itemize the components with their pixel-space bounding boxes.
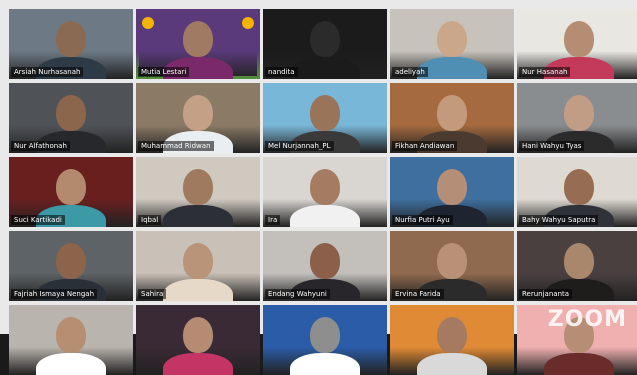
participant-face xyxy=(564,21,594,57)
participant-video-tile[interactable]: Rerunjananta xyxy=(517,231,637,301)
participant-video-tile[interactable]: adeliyah xyxy=(390,9,514,79)
participant-face xyxy=(437,21,467,57)
participant-video-tile[interactable]: Fajriah Ismaya Nengah xyxy=(9,231,133,301)
zoom-gallery-view: Arsiah Nurhasanah Mutia Lestari nandita ade… xyxy=(0,0,637,375)
participant-face xyxy=(564,243,594,279)
participant-name-label: Ervina Farida xyxy=(392,289,444,299)
participant-body xyxy=(417,353,487,375)
participant-body xyxy=(544,353,614,375)
participant-name-label: Nur Hasanah xyxy=(519,67,571,77)
participant-video-tile[interactable]: Iqbal xyxy=(136,157,260,227)
participant-name-label: Muhammad Ridwan xyxy=(138,141,214,151)
participant-video-tile[interactable]: Mutia Lestari xyxy=(136,9,260,79)
participant-name-label: Rerunjananta xyxy=(519,289,573,299)
participant-name-label: Sahira xyxy=(138,289,167,299)
participant-video-tile[interactable]: Nur Alfathonah xyxy=(9,83,133,153)
participant-name-label: Bahy Wahyu Saputra xyxy=(519,215,599,225)
participant-face xyxy=(183,317,213,353)
participant-name-label: Mutia Lestari xyxy=(138,67,190,77)
participant-name-label: adeliyah xyxy=(392,67,428,77)
participant-name-label: Hani Wahyu Tyas xyxy=(519,141,585,151)
participant-video-tile[interactable] xyxy=(263,305,387,375)
logo-badge-icon xyxy=(242,17,254,29)
participant-name-label: Endang Wahyuni xyxy=(265,289,330,299)
participant-video-tile[interactable]: Suci Kartikadi xyxy=(9,157,133,227)
participant-name-label: nandita xyxy=(265,67,298,77)
logo-badge-icon xyxy=(142,17,154,29)
participant-face xyxy=(183,169,213,205)
participant-name-label: Suci Kartikadi xyxy=(11,215,65,225)
participant-name-label: Nurfia Putri Ayu xyxy=(392,215,453,225)
participant-face xyxy=(437,169,467,205)
participant-face xyxy=(56,243,86,279)
participant-face xyxy=(437,317,467,353)
participant-video-tile[interactable]: Endang Wahyuni xyxy=(263,231,387,301)
participant-body xyxy=(163,205,233,227)
participant-video-tile[interactable]: Arsiah Nurhasanah xyxy=(9,9,133,79)
participant-face xyxy=(310,169,340,205)
participant-name-label: Mel Nurjannah_PL xyxy=(265,141,334,151)
participant-body xyxy=(163,279,233,301)
participant-face xyxy=(56,317,86,353)
participant-name-label: Nur Alfathonah xyxy=(11,141,70,151)
participant-face xyxy=(310,243,340,279)
participant-face xyxy=(56,169,86,205)
participant-face xyxy=(437,95,467,131)
participant-name-label: Fajriah Ismaya Nengah xyxy=(11,289,98,299)
participant-video-tile[interactable] xyxy=(9,305,133,375)
participant-video-tile[interactable]: Mel Nurjannah_PL xyxy=(263,83,387,153)
participant-face xyxy=(183,243,213,279)
participant-face xyxy=(310,21,340,57)
participant-body xyxy=(290,205,360,227)
participant-video-tile[interactable] xyxy=(390,305,514,375)
participant-face xyxy=(437,243,467,279)
participant-name-label: Iqbal xyxy=(138,215,162,225)
participant-face xyxy=(183,95,213,131)
participant-face xyxy=(56,95,86,131)
participant-name-label: Arsiah Nurhasanah xyxy=(11,67,84,77)
participant-video-tile[interactable]: nandita xyxy=(263,9,387,79)
participant-face xyxy=(56,21,86,57)
participant-body xyxy=(163,353,233,375)
participant-face xyxy=(310,317,340,353)
participant-video-tile[interactable]: Fikhan Andiawan xyxy=(390,83,514,153)
participant-face xyxy=(183,21,213,57)
participant-name-label: Ira xyxy=(265,215,281,225)
participant-video-tile[interactable]: Ira xyxy=(263,157,387,227)
participant-body xyxy=(290,353,360,375)
participant-video-tile[interactable] xyxy=(136,305,260,375)
participant-name-label: Fikhan Andiawan xyxy=(392,141,458,151)
participant-grid: Arsiah Nurhasanah Mutia Lestari nandita ade… xyxy=(9,9,637,375)
participant-video-tile[interactable]: Muhammad Ridwan xyxy=(136,83,260,153)
participant-body xyxy=(290,57,360,79)
participant-body xyxy=(36,353,106,375)
participant-video-tile[interactable]: Bahy Wahyu Saputra xyxy=(517,157,637,227)
participant-face xyxy=(310,95,340,131)
participant-video-tile[interactable]: Sahira xyxy=(136,231,260,301)
participant-video-tile[interactable]: Hani Wahyu Tyas xyxy=(517,83,637,153)
participant-video-tile[interactable]: Nur Hasanah xyxy=(517,9,637,79)
participant-face xyxy=(564,169,594,205)
participant-video-tile[interactable]: Nurfia Putri Ayu xyxy=(390,157,514,227)
participant-face xyxy=(564,95,594,131)
participant-video-tile[interactable]: Ervina Farida xyxy=(390,231,514,301)
zoom-watermark: ZOOM xyxy=(547,307,627,332)
